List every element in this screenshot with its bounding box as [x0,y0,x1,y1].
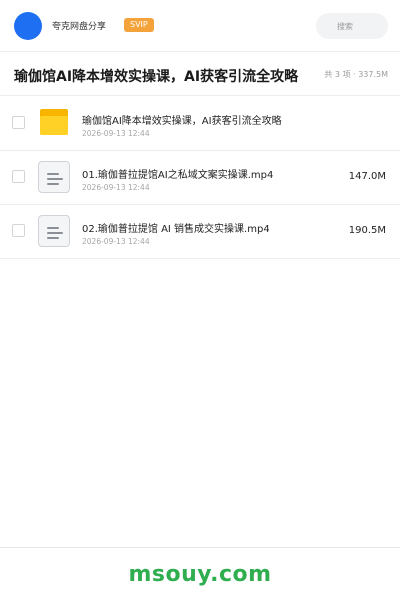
footer-bar: msouy.com [0,547,400,600]
document-icon [38,161,70,193]
avatar[interactable] [14,12,42,40]
document-icon [38,215,70,247]
file-row-video-1[interactable]: 01.瑜伽普拉提馆AI之私域文案实操课.mp4 2026-09-13 12:44… [0,151,400,205]
file-name[interactable]: 01.瑜伽普拉提馆AI之私域文案实操课.mp4 [82,166,273,181]
file-list: 瑜伽馆AI降本增效实操课，AI获客引流全攻略 2026-09-13 12:44 … [0,97,400,259]
svip-badge[interactable]: SVIP [124,18,154,32]
file-date: 2026-09-13 12:44 [82,129,150,138]
file-size: 147.0M [348,171,386,182]
share-title-row: 瑜伽馆AI降本增效实操课，AI获客引流全攻略 共 3 项 · 337.5M [0,52,400,96]
file-size: 190.5M [348,225,386,236]
row-checkbox[interactable] [12,224,25,237]
top-header: 夸克网盘分享 SVIP [0,0,400,52]
row-checkbox[interactable] [12,170,25,183]
file-name[interactable]: 02.瑜伽普拉提馆 AI 销售成交实操课.mp4 [82,220,270,235]
app-name: 夸克网盘分享 [52,22,107,32]
share-summary: 共 3 项 · 337.5M [324,70,388,79]
folder-icon [40,109,68,135]
page-title: 瑜伽馆AI降本增效实操课，AI获客引流全攻略 [14,69,299,85]
search-input[interactable] [316,13,388,39]
file-date: 2026-09-13 12:44 [82,237,150,246]
row-checkbox[interactable] [12,116,25,129]
file-row-folder[interactable]: 瑜伽馆AI降本增效实操课，AI获客引流全攻略 2026-09-13 12:44 [0,97,400,151]
file-name[interactable]: 瑜伽馆AI降本增效实操课，AI获客引流全攻略 [82,112,282,127]
site-watermark: msouy.com [128,562,272,587]
file-row-video-2[interactable]: 02.瑜伽普拉提馆 AI 销售成交实操课.mp4 2026-09-13 12:4… [0,205,400,259]
file-date: 2026-09-13 12:44 [82,183,150,192]
